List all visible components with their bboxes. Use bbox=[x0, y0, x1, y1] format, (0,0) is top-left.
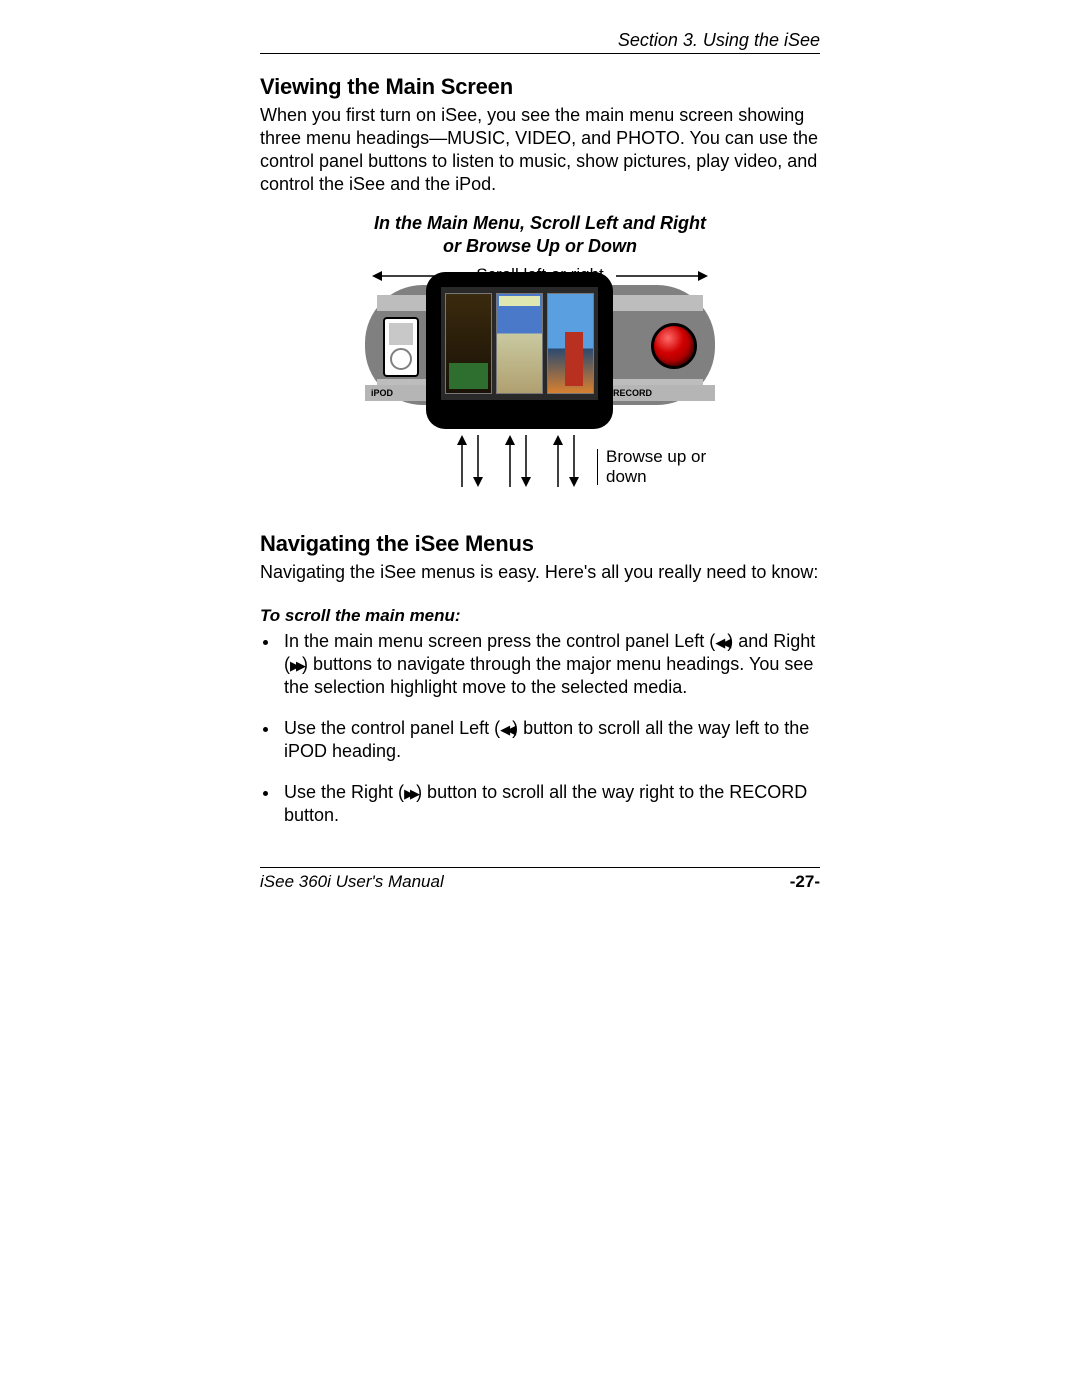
arrow-up-icon bbox=[553, 435, 563, 487]
forward-icon: ▶▶ bbox=[290, 658, 302, 673]
paragraph-viewing: When you first turn on iSee, you see the… bbox=[260, 104, 820, 196]
arrow-down-icon bbox=[521, 435, 531, 487]
page-header: Section 3. Using the iSee bbox=[260, 30, 820, 54]
heading-viewing-main-screen: Viewing the Main Screen bbox=[260, 74, 820, 100]
ipod-icon bbox=[383, 317, 419, 377]
device-screen-frame bbox=[427, 273, 612, 428]
arrow-down-icon bbox=[473, 435, 483, 487]
browse-arrows-row: Browse up or down bbox=[365, 435, 715, 505]
section-label: Section 3. Using the iSee bbox=[618, 30, 820, 50]
device-screen bbox=[441, 287, 598, 400]
list-item: In the main menu screen press the contro… bbox=[280, 630, 820, 699]
paragraph-navigating: Navigating the iSee menus is easy. Here'… bbox=[260, 561, 820, 584]
device-bar: iPOD MUSIC VIDEO PHOTO RECORD bbox=[365, 285, 715, 405]
thumbnail-music bbox=[445, 293, 492, 394]
list-item: Use the control panel Left (◀◀) button t… bbox=[280, 717, 820, 763]
record-button-icon bbox=[651, 323, 697, 369]
figure-caption-line2: or Browse Up or Down bbox=[443, 236, 637, 256]
rewind-icon: ◀◀ bbox=[500, 722, 512, 737]
arrow-up-icon bbox=[457, 435, 467, 487]
ipod-wheel bbox=[390, 348, 412, 370]
figure-caption-line1: In the Main Menu, Scroll Left and Right bbox=[374, 213, 706, 233]
browse-label: Browse up or down bbox=[597, 449, 715, 485]
page-footer: iSee 360i User's Manual -27- bbox=[260, 867, 820, 892]
arrow-down-icon bbox=[569, 435, 579, 487]
subheading-scroll-main-menu: To scroll the main menu: bbox=[260, 606, 820, 626]
manual-page: Section 3. Using the iSee Viewing the Ma… bbox=[0, 0, 1080, 1397]
bullet-list: In the main menu screen press the contro… bbox=[260, 630, 820, 827]
rewind-icon: ◀◀ bbox=[715, 635, 727, 650]
updown-arrows-3 bbox=[553, 435, 579, 487]
arrow-right-icon bbox=[616, 270, 708, 282]
device-diagram: iPOD MUSIC VIDEO PHOTO RECORD bbox=[365, 285, 715, 505]
arrow-up-icon bbox=[505, 435, 515, 487]
heading-navigating-menus: Navigating the iSee Menus bbox=[260, 531, 820, 557]
updown-arrows-2 bbox=[505, 435, 531, 487]
footer-page-number: -27- bbox=[790, 872, 820, 892]
updown-arrows-1 bbox=[457, 435, 483, 487]
list-item: Use the Right (▶▶) button to scroll all … bbox=[280, 781, 820, 827]
footer-manual-title: iSee 360i User's Manual bbox=[260, 872, 444, 892]
thumbnail-video bbox=[496, 293, 543, 394]
ipod-screen bbox=[389, 323, 413, 345]
figure-caption: In the Main Menu, Scroll Left and Right … bbox=[260, 212, 820, 257]
forward-icon: ▶▶ bbox=[404, 786, 416, 801]
thumbnail-photo bbox=[547, 293, 594, 394]
